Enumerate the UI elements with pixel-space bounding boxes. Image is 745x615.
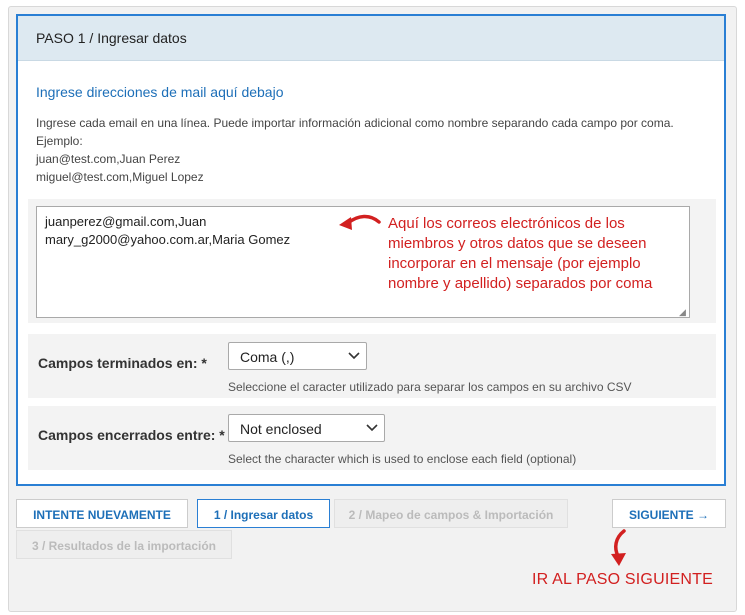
curved-arrow-left-icon [339, 214, 381, 230]
panel-header: PASO 1 / Ingresar datos [18, 16, 724, 61]
next-step-annotation: IR AL PASO SIGUIENTE [532, 571, 713, 588]
section-title: Ingrese direcciones de mail aquí debajo [36, 84, 284, 100]
next-button[interactable]: SIGUIENTE → [612, 499, 726, 528]
step3-button: 3 / Resultados de la importación [16, 530, 232, 559]
field-help-enclosed: Select the character which is used to en… [228, 452, 577, 466]
field-row-enclosed: Campos encerrados entre: * Not enclosed … [28, 406, 716, 470]
instructions: Ingrese cada email en una línea. Puede i… [36, 114, 674, 186]
chevron-down-icon [348, 352, 360, 360]
annotation-line: Aquí los correos electrónicos de los [388, 215, 625, 232]
step2-button: 2 / Mapeo de campos & Importación [334, 499, 568, 528]
instructions-line: Ingrese cada email en una línea. Puede i… [36, 116, 674, 130]
field-label-enclosed: Campos encerrados entre: * [38, 427, 225, 443]
annotation-line: miembros y otros datos que se deseen [388, 235, 647, 252]
step1-button[interactable]: 1 / Ingresar datos [197, 499, 330, 528]
annotation-textarea: Aquí los correos electrónicos de los mie… [388, 214, 688, 294]
terminated-select[interactable]: Coma (,) [228, 342, 367, 370]
field-row-terminated: Campos terminados en: * Coma (,) Selecci… [28, 334, 716, 398]
enclosed-select-value: Not enclosed [240, 421, 322, 437]
instructions-line: Ejemplo: [36, 134, 83, 148]
resize-grip-icon[interactable]: ◢ [679, 307, 686, 317]
instructions-line: juan@test.com,Juan Perez [36, 152, 181, 166]
curved-arrow-down-icon [611, 529, 626, 566]
chevron-down-icon [366, 424, 378, 432]
field-label-terminated: Campos terminados en: * [38, 355, 207, 371]
terminated-select-value: Coma (,) [240, 349, 295, 365]
enclosed-select[interactable]: Not enclosed [228, 414, 385, 442]
instructions-line: miguel@test.com,Miguel Lopez [36, 170, 204, 184]
field-help-terminated: Seleccione el caracter utilizado para se… [228, 380, 632, 394]
annotation-line: nombre y apellido) separados por coma [388, 275, 653, 292]
retry-button[interactable]: INTENTE NUEVAMENTE [16, 499, 188, 528]
annotation-line: incorporar en el mensaje (por ejemplo [388, 255, 641, 272]
